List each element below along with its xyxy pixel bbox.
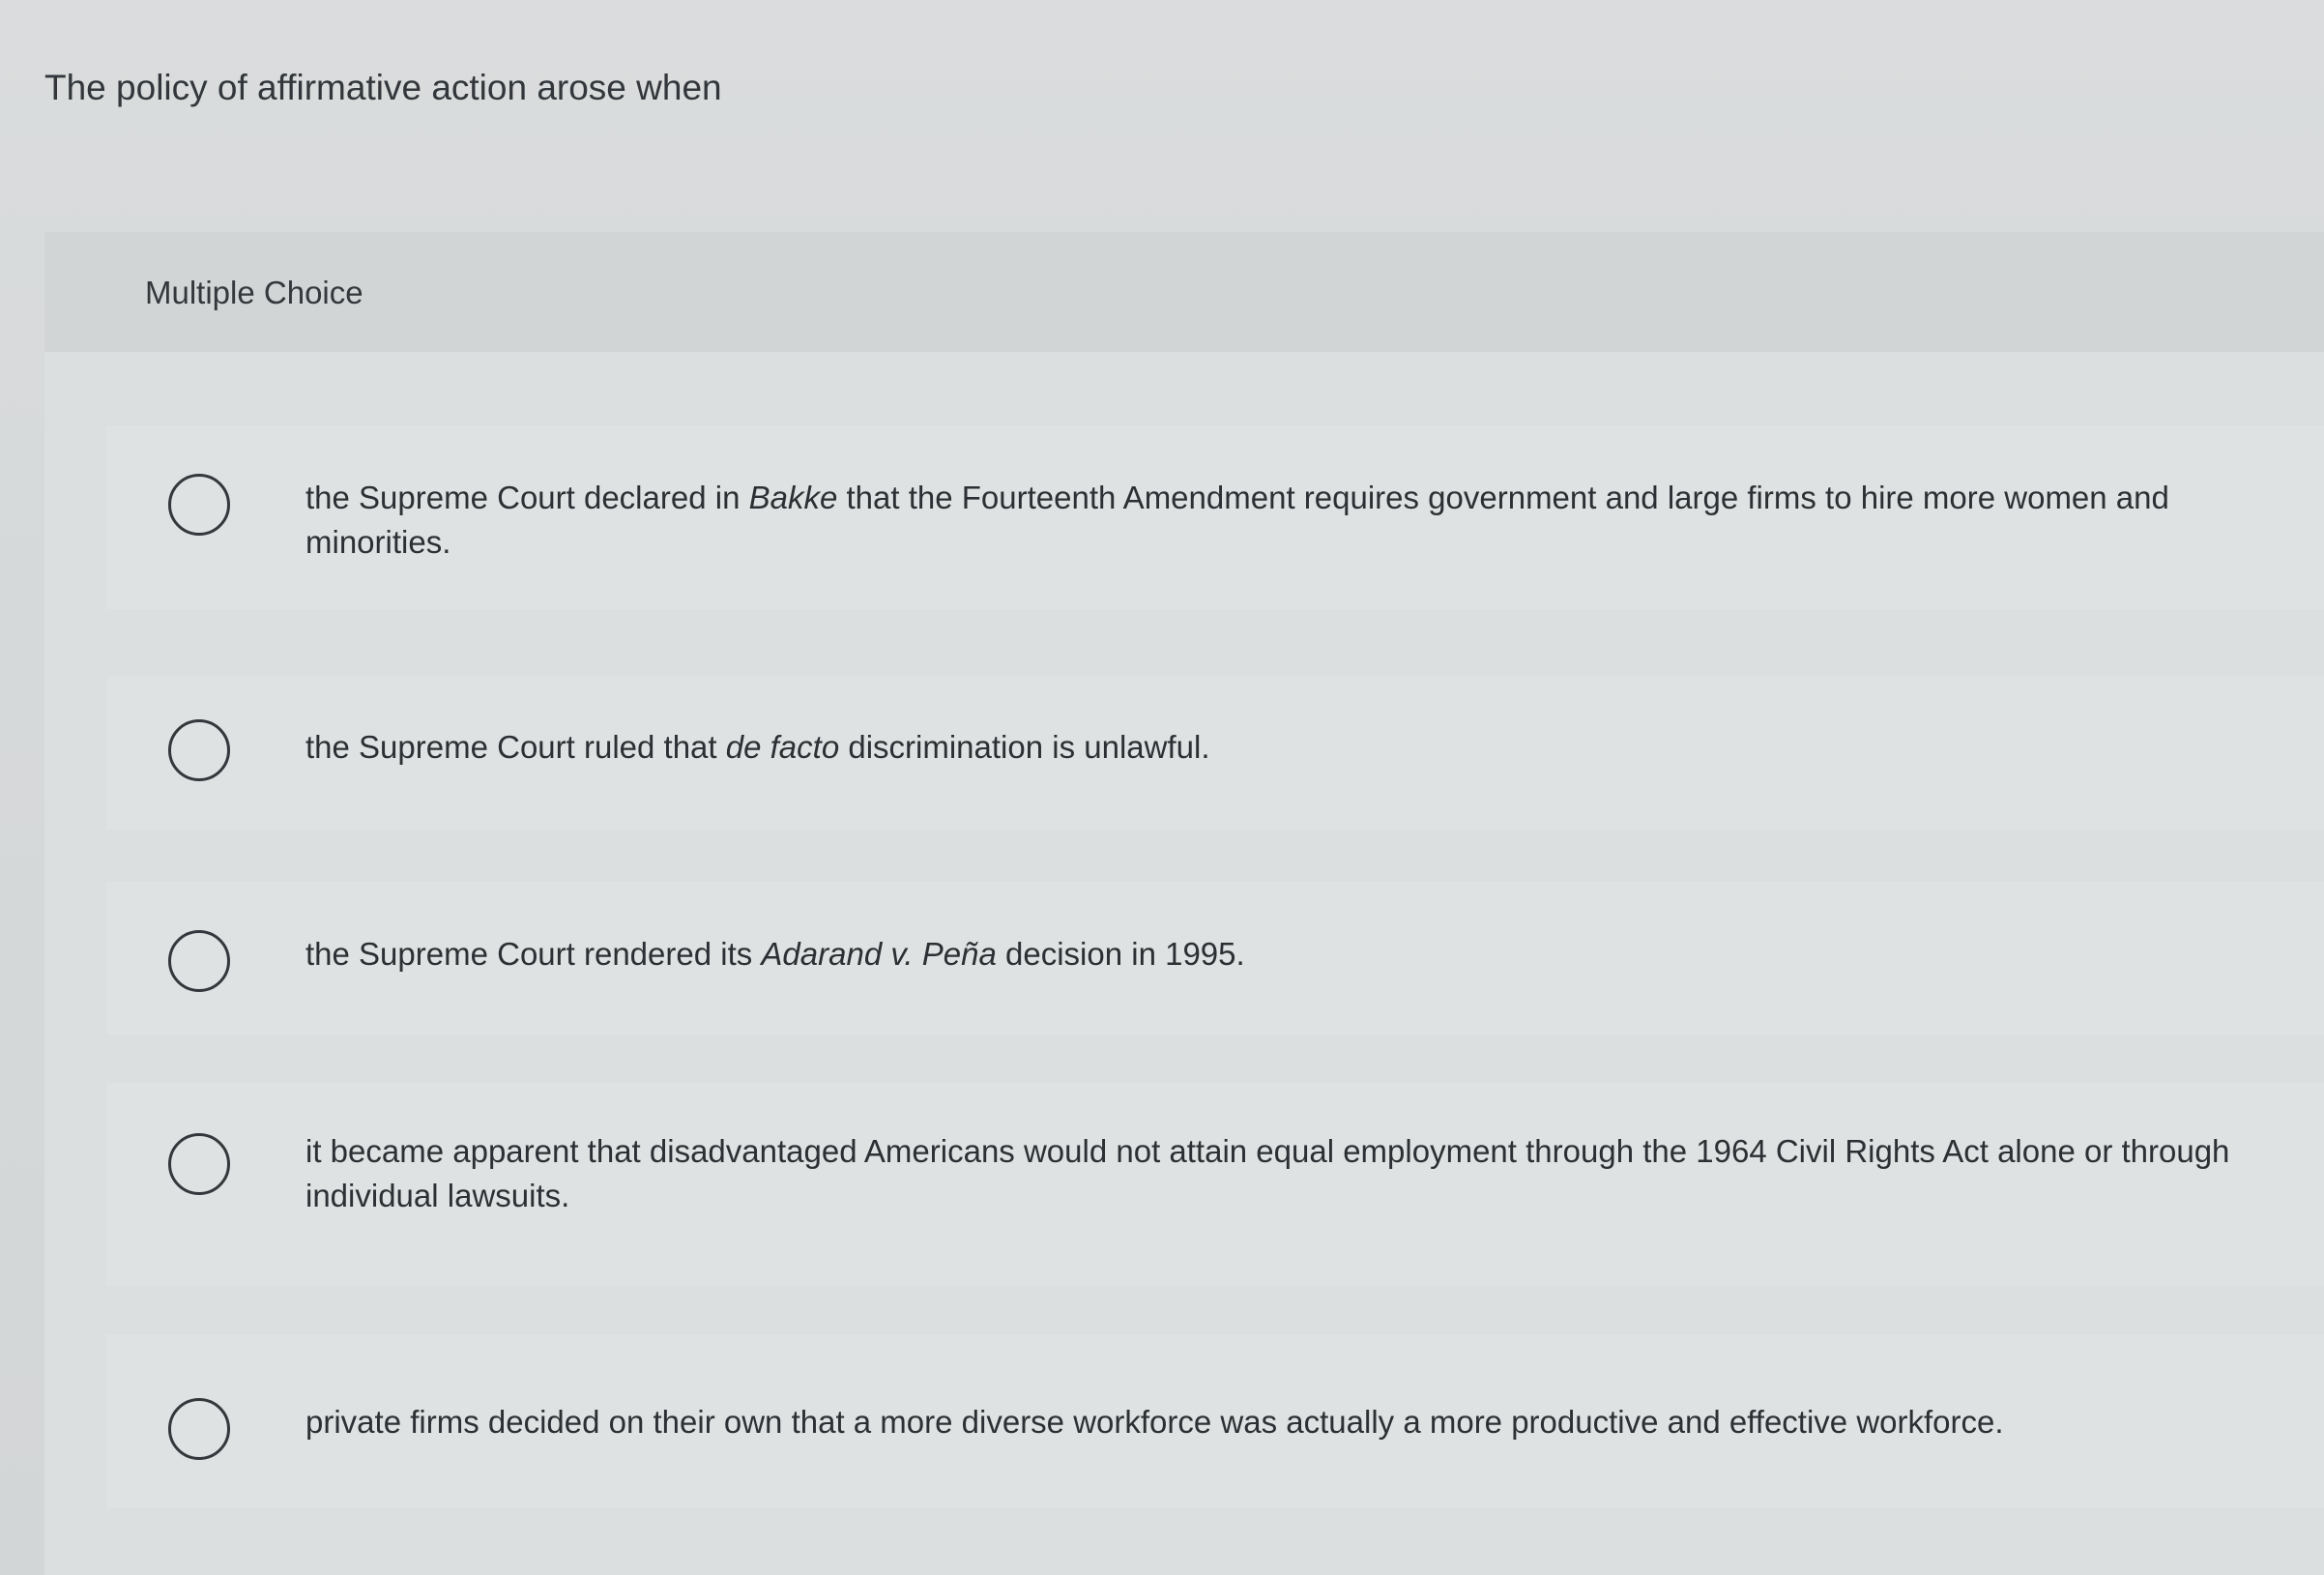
option-5-text: private firms decided on their own that … — [305, 1400, 2285, 1444]
radio-button-option-1[interactable] — [168, 474, 230, 536]
question-type-label: Multiple Choice — [145, 275, 363, 310]
option-4-text-pre: it became apparent that disadvantaged Am… — [305, 1133, 2230, 1213]
radio-button-option-4[interactable] — [168, 1133, 230, 1195]
radio-button-option-3[interactable] — [168, 930, 230, 992]
option-2-text: the Supreme Court ruled that de facto di… — [305, 725, 2285, 770]
answer-option-3[interactable]: the Supreme Court rendered its Adarand v… — [106, 882, 2324, 1035]
option-1-text-italic: Bakke — [748, 480, 838, 515]
answer-option-1[interactable]: the Supreme Court declared in Bakke that… — [106, 425, 2324, 609]
answer-option-2[interactable]: the Supreme Court ruled that de facto di… — [106, 677, 2324, 830]
option-3-text-italic: Adarand v. Peña — [761, 936, 997, 972]
answer-option-5[interactable]: private firms decided on their own that … — [106, 1334, 2324, 1508]
option-1-text-pre: the Supreme Court declared in — [305, 480, 749, 515]
radio-button-option-2[interactable] — [168, 719, 230, 781]
option-2-text-post: discrimination is unlawful. — [839, 729, 1210, 765]
answer-option-4[interactable]: it became apparent that disadvantaged Am… — [106, 1083, 2324, 1286]
option-3-text-post: decision in 1995. — [996, 936, 1245, 972]
option-3-text: the Supreme Court rendered its Adarand v… — [305, 932, 2285, 977]
option-1-text: the Supreme Court declared in Bakke that… — [305, 476, 2285, 565]
panel-header: Multiple Choice — [44, 232, 2324, 352]
option-4-text: it became apparent that disadvantaged Am… — [305, 1129, 2305, 1218]
option-3-text-pre: the Supreme Court rendered its — [305, 936, 762, 972]
question-text: The policy of affirmative action arose w… — [44, 68, 722, 107]
radio-button-option-5[interactable] — [168, 1398, 230, 1460]
option-2-text-italic: de facto — [725, 729, 840, 765]
option-5-text-pre: private firms decided on their own that … — [305, 1404, 2004, 1440]
option-2-text-pre: the Supreme Court ruled that — [305, 729, 726, 765]
